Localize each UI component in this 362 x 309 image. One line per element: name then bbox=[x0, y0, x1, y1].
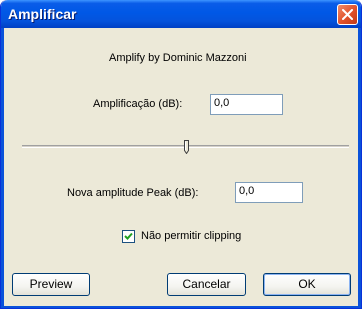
dialog-body bbox=[4, 28, 358, 306]
clipping-label[interactable]: Não permitir clipping bbox=[141, 230, 241, 242]
window-title: Amplificar bbox=[8, 6, 77, 22]
peak-amplitude-label: Nova amplitude Peak (dB): bbox=[67, 187, 199, 199]
close-icon bbox=[342, 9, 353, 20]
slider-thumb[interactable] bbox=[184, 140, 189, 154]
amplify-dialog: Amplificar Amplify by Dominic Mazzoni Am… bbox=[0, 0, 362, 309]
ok-button[interactable]: OK bbox=[263, 273, 351, 296]
title-bar[interactable]: Amplificar bbox=[1, 0, 361, 28]
peak-amplitude-input[interactable]: 0,0 bbox=[235, 182, 303, 203]
checkmark-icon bbox=[124, 232, 133, 240]
clipping-checkbox[interactable] bbox=[122, 230, 135, 243]
amplification-label: Amplificação (dB): bbox=[93, 98, 183, 110]
plugin-credit: Amplify by Dominic Mazzoni bbox=[109, 52, 247, 64]
cancel-button[interactable]: Cancelar bbox=[167, 273, 246, 296]
amplification-input[interactable]: 0,0 bbox=[210, 94, 283, 115]
preview-button[interactable]: Preview bbox=[12, 273, 90, 296]
close-button[interactable] bbox=[337, 4, 358, 25]
window-frame-right bbox=[358, 28, 361, 308]
